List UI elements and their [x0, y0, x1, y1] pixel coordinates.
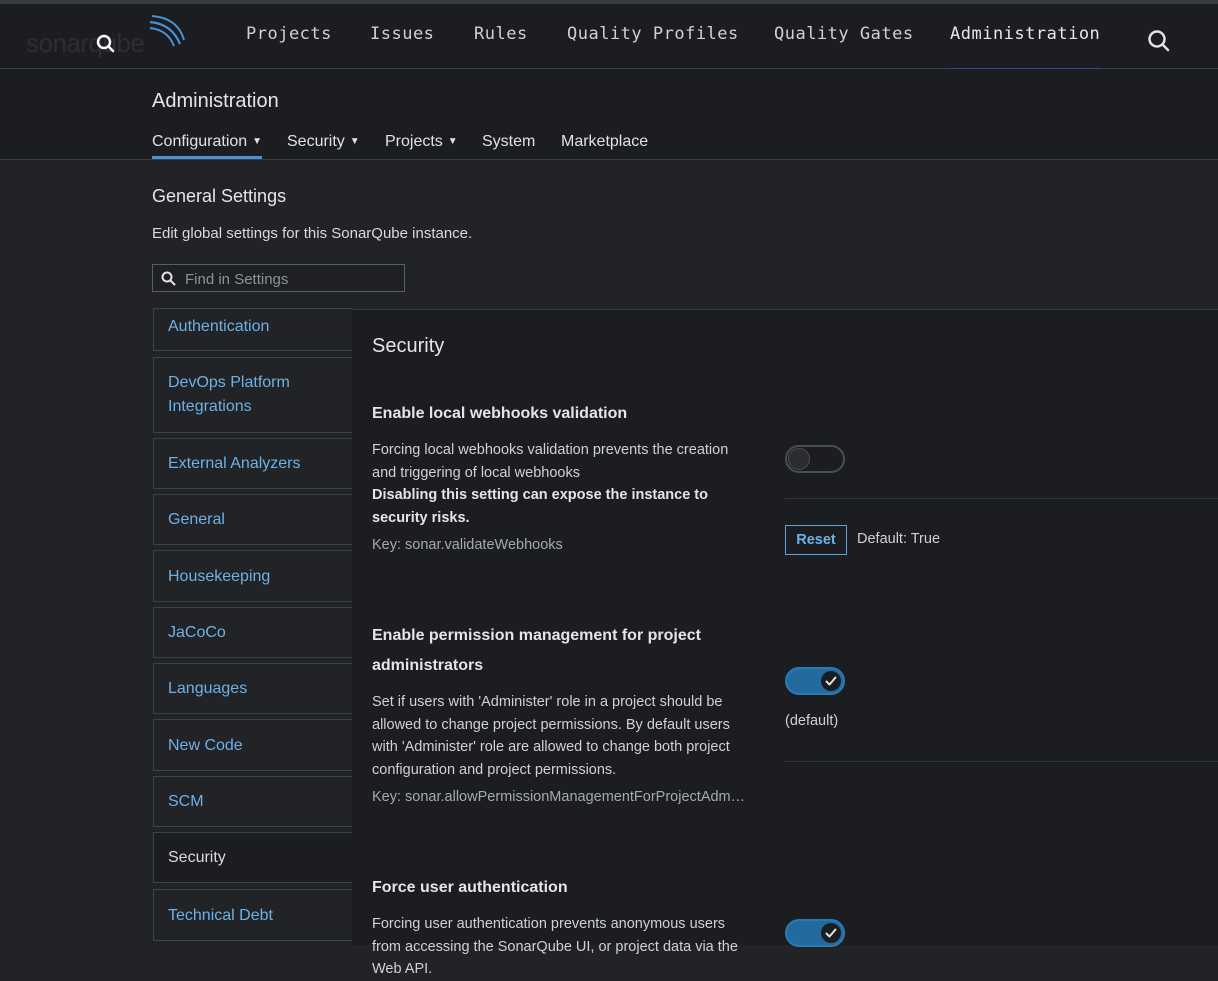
- setting-name: Enable local webhooks validation: [372, 405, 628, 422]
- setting-description: Set if users with 'Administer' role in a…: [372, 694, 730, 778]
- tab-label: System: [482, 133, 536, 150]
- settings-search[interactable]: [152, 264, 405, 292]
- tab-configuration[interactable]: Configuration ▼: [152, 133, 263, 159]
- toggle-knob: [788, 448, 810, 470]
- category-general[interactable]: General: [153, 494, 352, 545]
- tab-security[interactable]: Security ▼: [287, 133, 360, 159]
- section-description: Edit global settings for this SonarQube …: [152, 225, 473, 242]
- category-devops-platform-integrations[interactable]: DevOps Platform Integrations: [153, 357, 352, 433]
- reset-button[interactable]: Reset: [785, 525, 847, 555]
- panel-title: Security: [372, 335, 445, 357]
- logo-waves-icon: [149, 15, 185, 47]
- setting-desc-text: Forcing local webhooks validation preven…: [372, 442, 729, 481]
- category-security[interactable]: Security: [153, 832, 352, 883]
- category-technical-debt[interactable]: Technical Debt: [153, 889, 352, 941]
- setting-description: Forcing user authentication prevents ano…: [372, 916, 738, 977]
- category-external-analyzers[interactable]: External Analyzers: [153, 438, 352, 489]
- caret-down-icon: ▼: [349, 136, 360, 147]
- category-new-code[interactable]: New Code: [153, 719, 352, 771]
- settings-panel: Security Enable local webhooks validatio…: [352, 310, 1218, 977]
- category-scm[interactable]: SCM: [153, 776, 352, 827]
- search-icon: [161, 271, 176, 286]
- tab-system[interactable]: System: [482, 133, 535, 159]
- top-navbar: sonarqube Projects Issues Rules Quality …: [0, 0, 1218, 71]
- search-icon: [96, 34, 115, 53]
- force-authentication-toggle[interactable]: [785, 919, 845, 947]
- setting-key: Key: sonar.allowPermissionManagementForP…: [372, 789, 748, 805]
- nav-rules[interactable]: Rules: [474, 24, 528, 70]
- nav-quality-profiles[interactable]: Quality Profiles: [567, 24, 739, 70]
- tab-label: Configuration: [152, 133, 248, 150]
- category-languages[interactable]: Languages: [153, 663, 352, 714]
- caret-down-icon: ▼: [447, 136, 458, 147]
- setting-description: Forcing local webhooks validation preven…: [372, 439, 752, 529]
- check-icon: [825, 928, 837, 938]
- setting-name: Force user authentication: [372, 879, 568, 896]
- global-search-icon[interactable]: [1147, 29, 1171, 53]
- project-admin-permissions-toggle[interactable]: [785, 667, 845, 695]
- section-title: General Settings: [152, 186, 287, 206]
- nav-administration[interactable]: Administration: [950, 24, 1101, 71]
- divider: [785, 498, 1218, 499]
- tab-label: Marketplace: [561, 133, 649, 150]
- check-icon: [825, 676, 837, 686]
- default-note: (default): [785, 713, 839, 729]
- logo-text: sonarqube: [26, 28, 145, 58]
- sonarqube-logo[interactable]: sonarqube: [26, 15, 196, 64]
- setting-name: Enable permission management for project…: [372, 627, 701, 674]
- toggle-knob: [821, 923, 841, 943]
- admin-subheader: Administration Configuration ▼ Security ▼ …: [0, 69, 1218, 160]
- nav-projects[interactable]: Projects: [246, 24, 332, 70]
- category-jacoco[interactable]: JaCoCo: [153, 607, 352, 658]
- nav-quality-gates[interactable]: Quality Gates: [774, 24, 914, 70]
- page-title: Administration: [152, 90, 279, 112]
- webhooks-validation-toggle[interactable]: [785, 445, 845, 473]
- setting-warning: Disabling this setting can expose the in…: [372, 487, 708, 526]
- toggle-knob: [821, 671, 841, 691]
- tab-projects[interactable]: Projects ▼: [385, 133, 458, 159]
- tab-label: Projects: [385, 133, 443, 150]
- settings-search-input[interactable]: [183, 267, 402, 291]
- divider: [785, 761, 1218, 762]
- tab-label: Security: [287, 133, 345, 150]
- nav-issues[interactable]: Issues: [370, 24, 434, 70]
- category-housekeeping[interactable]: Housekeeping: [153, 550, 352, 602]
- setting-key: Key: sonar.validateWebhooks: [372, 537, 563, 553]
- default-value-text: Default: True: [857, 531, 941, 547]
- tab-marketplace[interactable]: Marketplace: [561, 133, 648, 159]
- caret-down-icon: ▼: [252, 136, 263, 147]
- category-authentication[interactable]: Authentication: [153, 308, 352, 351]
